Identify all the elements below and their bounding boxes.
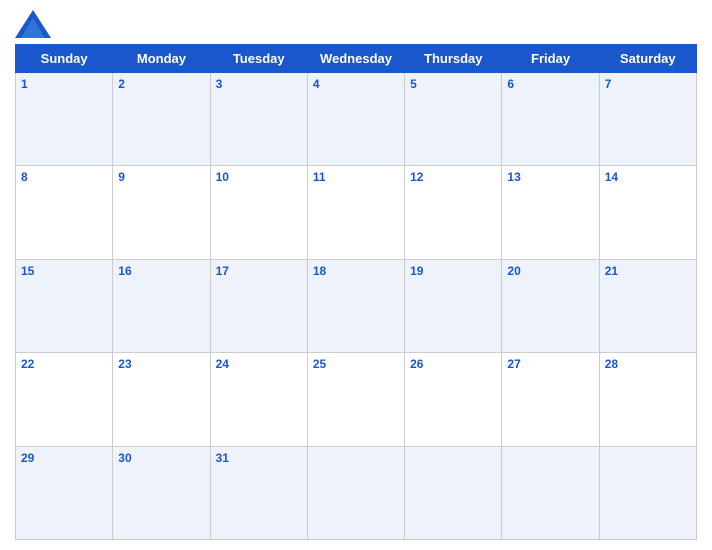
calendar-week-row: 22 23 24 25 26 27 28 [16,353,697,446]
day-number: 28 [605,357,618,371]
weekday-header-saturday: Saturday [599,45,696,73]
day-number: 25 [313,357,326,371]
calendar-day-1: 1 [16,73,113,166]
calendar-day-7: 7 [599,73,696,166]
day-number: 23 [118,357,131,371]
calendar-day-17: 17 [210,259,307,352]
calendar-day-15: 15 [16,259,113,352]
day-number: 21 [605,264,618,278]
calendar-empty-cell [502,446,599,539]
calendar-table: SundayMondayTuesdayWednesdayThursdayFrid… [15,44,697,540]
calendar-day-6: 6 [502,73,599,166]
weekday-header-thursday: Thursday [405,45,502,73]
day-number: 15 [21,264,34,278]
day-number: 13 [507,170,520,184]
day-number: 6 [507,77,514,91]
day-number: 16 [118,264,131,278]
day-number: 20 [507,264,520,278]
weekday-header-friday: Friday [502,45,599,73]
calendar-day-4: 4 [307,73,404,166]
calendar-week-row: 15 16 17 18 19 20 21 [16,259,697,352]
day-number: 10 [216,170,229,184]
day-number: 19 [410,264,423,278]
day-number: 12 [410,170,423,184]
weekday-header-wednesday: Wednesday [307,45,404,73]
calendar-day-21: 21 [599,259,696,352]
logo-icon [15,10,53,38]
day-number: 3 [216,77,223,91]
calendar-day-19: 19 [405,259,502,352]
calendar-week-row: 1 2 3 4 5 6 7 [16,73,697,166]
calendar-day-13: 13 [502,166,599,259]
calendar-day-5: 5 [405,73,502,166]
calendar-week-row: 29 30 31 [16,446,697,539]
calendar-day-16: 16 [113,259,210,352]
day-number: 17 [216,264,229,278]
day-number: 31 [216,451,229,465]
day-number: 29 [21,451,34,465]
calendar-day-29: 29 [16,446,113,539]
day-number: 8 [21,170,28,184]
day-number: 26 [410,357,423,371]
calendar-day-26: 26 [405,353,502,446]
calendar-day-25: 25 [307,353,404,446]
day-number: 9 [118,170,125,184]
calendar-day-24: 24 [210,353,307,446]
day-number: 27 [507,357,520,371]
day-number: 30 [118,451,131,465]
calendar-day-11: 11 [307,166,404,259]
day-number: 1 [21,77,28,91]
calendar-empty-cell [599,446,696,539]
day-number: 24 [216,357,229,371]
calendar-day-20: 20 [502,259,599,352]
calendar-day-22: 22 [16,353,113,446]
calendar-day-28: 28 [599,353,696,446]
calendar-day-8: 8 [16,166,113,259]
day-number: 14 [605,170,618,184]
calendar-day-12: 12 [405,166,502,259]
calendar-empty-cell [307,446,404,539]
calendar-day-18: 18 [307,259,404,352]
calendar-day-2: 2 [113,73,210,166]
weekday-header-monday: Monday [113,45,210,73]
calendar-day-3: 3 [210,73,307,166]
day-number: 11 [313,170,326,184]
calendar-day-31: 31 [210,446,307,539]
calendar-day-23: 23 [113,353,210,446]
day-number: 22 [21,357,34,371]
calendar-day-10: 10 [210,166,307,259]
weekday-header-row: SundayMondayTuesdayWednesdayThursdayFrid… [16,45,697,73]
calendar-day-27: 27 [502,353,599,446]
weekday-header-sunday: Sunday [16,45,113,73]
calendar-day-30: 30 [113,446,210,539]
day-number: 5 [410,77,417,91]
day-number: 4 [313,77,320,91]
weekday-header-tuesday: Tuesday [210,45,307,73]
day-number: 7 [605,77,612,91]
calendar-empty-cell [405,446,502,539]
calendar-day-9: 9 [113,166,210,259]
logo [15,10,57,38]
day-number: 18 [313,264,326,278]
calendar-day-14: 14 [599,166,696,259]
calendar-header [15,10,697,38]
day-number: 2 [118,77,125,91]
calendar-week-row: 8 9 10 11 12 13 14 [16,166,697,259]
